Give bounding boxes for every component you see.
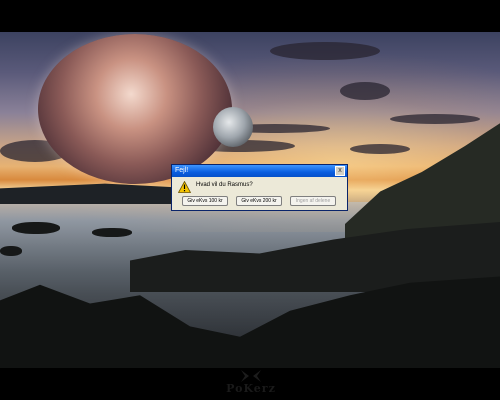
close-button[interactable]: x bbox=[335, 166, 345, 176]
dialog-title: Fejl! bbox=[175, 167, 189, 174]
cloud bbox=[270, 42, 380, 60]
give-100-button[interactable]: Giv eKvs 100 kr bbox=[182, 196, 228, 206]
neither-button[interactable]: Ingen af delene bbox=[290, 196, 336, 206]
give-200-button[interactable]: Giv eKvs 200 kr bbox=[236, 196, 282, 206]
rock bbox=[12, 222, 60, 234]
dialog-titlebar[interactable]: Fejl! x bbox=[172, 165, 347, 177]
cloud bbox=[340, 82, 390, 100]
dialog-message: Hvad vil du Rasmus? bbox=[196, 182, 253, 188]
cloud bbox=[390, 114, 480, 124]
logo: PoKerz bbox=[211, 370, 291, 396]
error-dialog: Fejl! x Hvad vil du Rasmus? Giv eKvs 100… bbox=[171, 164, 348, 211]
cloud bbox=[350, 144, 410, 154]
planet bbox=[38, 34, 232, 184]
logo-emblem-icon bbox=[241, 370, 261, 382]
warning-icon bbox=[178, 181, 191, 193]
logo-text: PoKerz bbox=[226, 382, 276, 395]
rock bbox=[92, 228, 132, 237]
moon bbox=[213, 107, 253, 147]
rock bbox=[0, 246, 22, 256]
